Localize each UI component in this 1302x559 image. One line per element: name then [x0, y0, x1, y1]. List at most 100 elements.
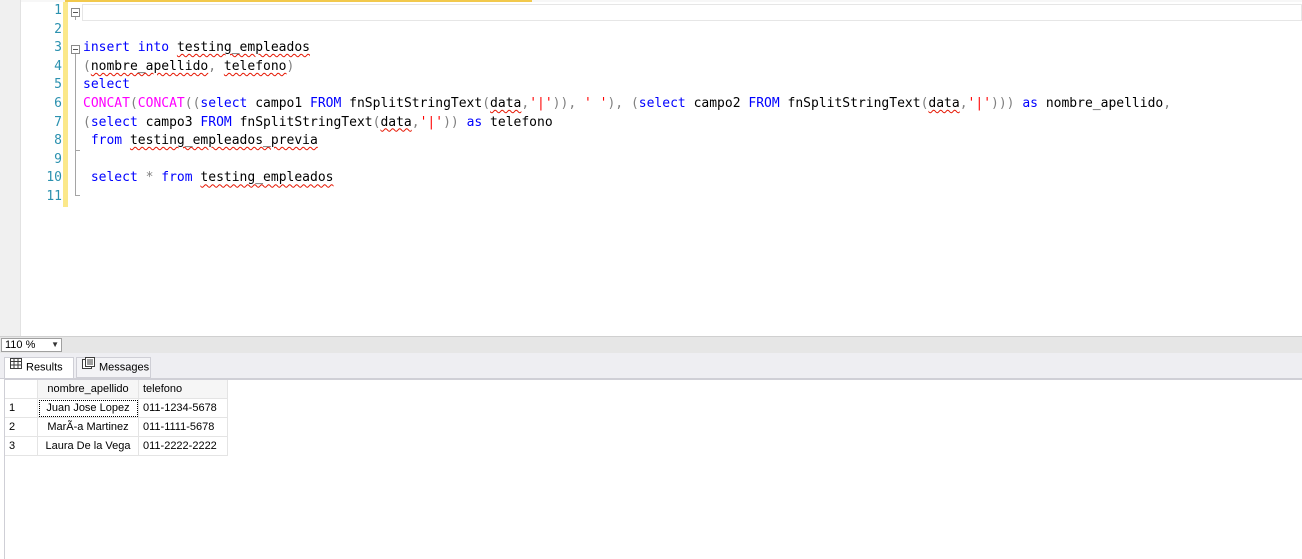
- outline-guide: [75, 54, 76, 196]
- results-grid-area[interactable]: nombre_apellido telefono 1 Juan Jose Lop…: [4, 379, 1302, 559]
- keyword: select: [90, 114, 138, 130]
- query-editor[interactable]: 1 2 3 4 5 6 7 8 9 10 11 insert into test…: [0, 0, 1302, 336]
- keyword: FROM: [310, 95, 342, 111]
- results-panel: Results Messages nombre_apellido telefon…: [0, 353, 1302, 559]
- grid-cell[interactable]: 011-2222-2222: [138, 436, 228, 456]
- operator: ,: [521, 95, 530, 111]
- keyword: into: [137, 40, 170, 56]
- table-row: 1 Juan Jose Lopez 011-1234-5678: [5, 398, 228, 418]
- row-header[interactable]: 1: [5, 398, 38, 418]
- identifier: fnSplitStringText: [349, 95, 483, 111]
- column-header[interactable]: nombre_apellido: [37, 380, 139, 399]
- table-row: 3 Laura De la Vega 011-2222-2222: [5, 436, 228, 456]
- line-number: 9: [54, 151, 62, 167]
- results-tab-strip: Results Messages: [0, 353, 1302, 379]
- collapse-icon[interactable]: [71, 8, 80, 17]
- keyword: insert: [83, 40, 130, 56]
- grid-cell[interactable]: Juan Jose Lopez: [37, 398, 139, 418]
- keyword: FROM: [748, 95, 780, 111]
- keyword: select: [200, 95, 248, 111]
- line-number: 8: [54, 133, 62, 149]
- grid-cell[interactable]: 011-1111-5678: [138, 417, 228, 437]
- grid-cell[interactable]: Laura De la Vega: [37, 436, 139, 456]
- operator: (: [482, 95, 491, 111]
- operator: (: [630, 95, 639, 111]
- operator: ))): [991, 95, 1015, 111]
- operator: )): [443, 114, 459, 130]
- line-number: 11: [46, 188, 62, 204]
- results-grid[interactable]: nombre_apellido telefono 1 Juan Jose Lop…: [5, 380, 228, 456]
- keyword: as: [466, 114, 483, 130]
- row-header[interactable]: 2: [5, 417, 38, 437]
- operator: (: [129, 95, 138, 111]
- row-header[interactable]: 3: [5, 436, 38, 456]
- grid-cell[interactable]: MarÃ-a Martinez: [37, 417, 139, 437]
- grid-header-row: nombre_apellido telefono: [5, 380, 228, 399]
- identifier: nombre_apellido: [90, 58, 209, 74]
- line-number: 7: [54, 114, 62, 130]
- code-line-3: insert into testing_empleados: [83, 39, 1302, 58]
- operator: ),: [607, 95, 624, 111]
- outline-guide: [75, 17, 76, 20]
- line-number: 10: [46, 170, 62, 186]
- keyword: select: [90, 170, 138, 186]
- operator: ((: [184, 95, 201, 111]
- zoom-dropdown[interactable]: 110 % ▼: [1, 338, 62, 352]
- selection-margin[interactable]: [0, 0, 21, 336]
- keyword: as: [1022, 95, 1038, 111]
- tab-results-label: Results: [26, 361, 63, 374]
- line-number: 3: [54, 40, 62, 56]
- code-line-4: (nombre_apellido, telefono): [83, 58, 1302, 77]
- identifier: testing_empleados_previa: [129, 133, 318, 149]
- line-number: 4: [54, 58, 62, 74]
- string-literal: '|': [419, 114, 444, 130]
- collapse-icon[interactable]: [71, 45, 80, 54]
- function-name: CONCAT: [137, 95, 185, 111]
- outlining-gutter: [68, 0, 82, 336]
- identifier: data: [928, 95, 960, 111]
- operator: *: [145, 170, 154, 186]
- operator: ,: [411, 114, 420, 130]
- operator: ,: [959, 95, 968, 111]
- code-text[interactable]: insert into testing_empleados (nombre_ap…: [83, 2, 1302, 207]
- code-line-6: CONCAT(CONCAT((select campo1 FROM fnSpli…: [83, 95, 1302, 114]
- keyword: FROM: [200, 114, 232, 130]
- code-line-5: select: [83, 76, 1302, 95]
- column-header[interactable]: telefono: [138, 380, 228, 399]
- string-literal: '|': [529, 95, 553, 111]
- editor-status-bar: 110 % ▼: [0, 336, 1302, 353]
- grid-cell[interactable]: 011-1234-5678: [138, 398, 228, 418]
- identifier: testing_empleados: [176, 40, 310, 56]
- identifier: fnSplitStringText: [787, 95, 921, 111]
- identifier: data: [490, 95, 522, 111]
- identifier: fnSplitStringText: [239, 114, 373, 130]
- table-row: 2 MarÃ-a Martinez 011-1111-5678: [5, 417, 228, 437]
- dropdown-arrow-icon[interactable]: ▼: [51, 339, 59, 351]
- grid-icon: [10, 357, 22, 376]
- line-number: 5: [54, 77, 62, 93]
- operator: ,: [208, 58, 217, 74]
- zoom-value: 110 %: [5, 339, 36, 351]
- tab-results[interactable]: Results: [4, 357, 74, 378]
- identifier: campo1: [255, 95, 303, 111]
- outline-end: [75, 150, 80, 151]
- tab-messages-label: Messages: [99, 361, 150, 374]
- keyword: from: [90, 133, 123, 149]
- line-numbers: 1 2 3 4 5 6 7 8 9 10 11: [22, 2, 62, 207]
- grid-corner[interactable]: [5, 380, 38, 399]
- identifier: nombre_apellido: [1045, 95, 1164, 111]
- line-number: 1: [54, 3, 62, 18]
- messages-icon: [82, 357, 95, 376]
- identifier: telefono: [490, 114, 553, 130]
- outline-end: [75, 195, 80, 196]
- keyword: select: [638, 95, 686, 111]
- identifier: campo2: [693, 95, 741, 111]
- identifier: telefono: [223, 58, 287, 74]
- line-number: 6: [54, 95, 62, 111]
- function-name: CONCAT: [83, 95, 130, 111]
- tab-messages[interactable]: Messages: [76, 357, 151, 378]
